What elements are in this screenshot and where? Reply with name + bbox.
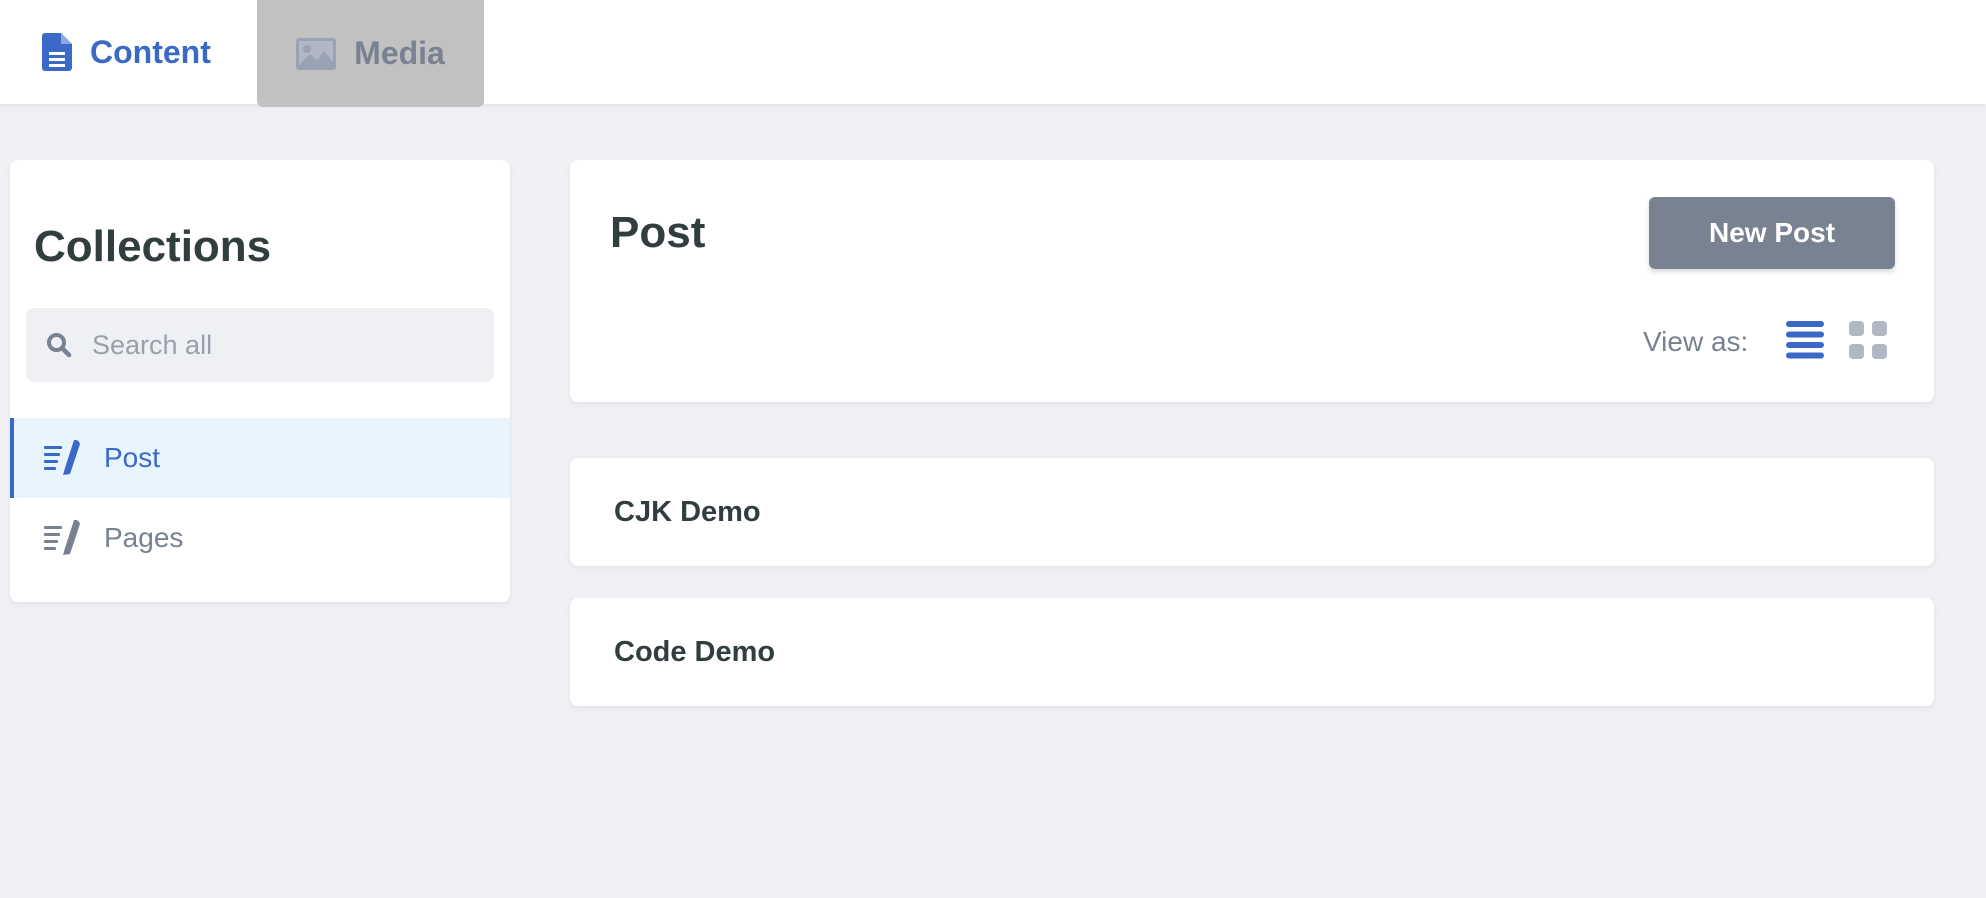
search-input[interactable] <box>92 329 472 361</box>
entry-title: CJK Demo <box>614 495 761 528</box>
collection-header: Post New Post View as: <box>570 160 1934 402</box>
entry-title: Code Demo <box>614 635 776 668</box>
list-view-button[interactable] <box>1783 320 1827 364</box>
write-icon <box>44 520 82 556</box>
write-icon <box>44 440 82 476</box>
view-as-label: View as: <box>1643 326 1749 357</box>
search-box[interactable] <box>26 308 494 382</box>
new-post-button[interactable]: New Post <box>1649 197 1895 269</box>
image-icon <box>296 37 337 70</box>
sidebar-title: Collections <box>34 222 272 271</box>
tab-content[interactable]: Content <box>42 0 211 104</box>
document-icon <box>42 33 72 71</box>
page-title: Post <box>610 208 706 257</box>
grid-view-button[interactable] <box>1846 320 1890 364</box>
sidebar-item-pages[interactable]: Pages <box>10 498 510 578</box>
tab-media-label: Media <box>354 35 445 71</box>
sidebar-item-label: Pages <box>104 522 184 553</box>
entry-card[interactable]: Code Demo <box>570 598 1934 706</box>
grid-icon <box>1849 320 1887 364</box>
tab-media[interactable]: Media <box>257 0 484 107</box>
list-icon <box>1786 320 1824 364</box>
search-icon <box>46 332 72 358</box>
collections-sidebar: Collections Post <box>10 160 510 602</box>
app-header: Content Media <box>0 0 1986 107</box>
sidebar-item-post[interactable]: Post <box>10 418 510 498</box>
sidebar-item-label: Post <box>104 442 161 473</box>
tab-content-label: Content <box>90 33 211 70</box>
entry-card[interactable]: CJK Demo <box>570 458 1934 566</box>
